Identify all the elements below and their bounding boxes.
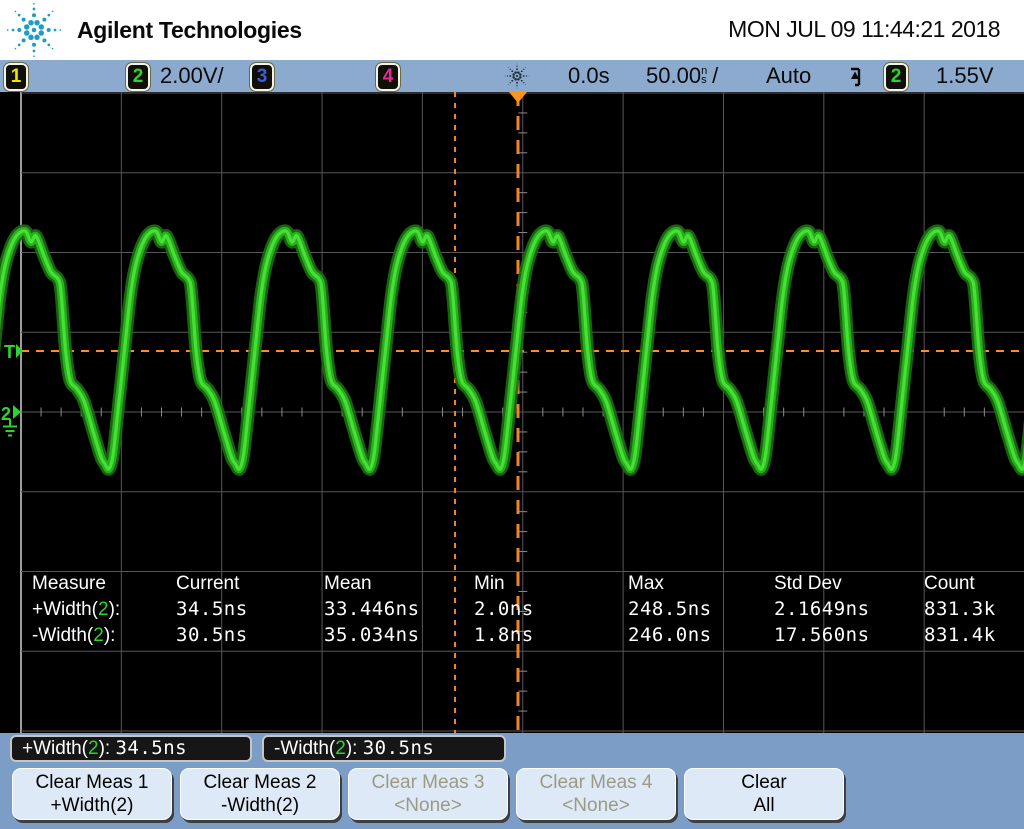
trigger-level-marker[interactable]: T (4, 342, 15, 362)
meas-row1-max: 248.5ns (628, 597, 774, 623)
clear-meas-4-line2: <None> (517, 794, 675, 817)
meas-row1-count: 831.3k (924, 597, 1024, 623)
measurement-table: Measure Current Mean Min Max Std Dev Cou… (32, 571, 1024, 649)
timebase-slash: / (712, 63, 718, 88)
trigger-source-label: 2 (891, 66, 902, 87)
clear-meas-4-line1: Clear Meas 4 (517, 771, 675, 794)
channel-1-badge[interactable]: 1 (4, 63, 28, 91)
minus-width-badge: -Width(2): 30.5ns (262, 735, 506, 762)
datetime-display: MON JUL 09 11:44:21 2018 (728, 0, 1000, 58)
channel-3-badge[interactable]: 3 (250, 63, 274, 91)
channel-4-label: 4 (383, 66, 394, 87)
header-bar: Agilent Technologies MON JUL 09 11:44:21… (0, 0, 1024, 60)
clear-meas-4-button: Clear Meas 4 <None> (516, 768, 676, 820)
channel-marker-arrow-icon (13, 405, 21, 419)
meas-row2-min: 1.8ns (474, 623, 628, 649)
waveform-display: T 2 Measure Current Mean Min Max Std Dev… (0, 92, 1024, 733)
clear-all-button[interactable]: Clear All (684, 768, 844, 820)
measurement-badge-strip: +Width(2): 34.5ns -Width(2): 30.5ns (0, 733, 1024, 765)
channel-2-label: 2 (133, 66, 144, 87)
plus-width-badge: +Width(2): 34.5ns (10, 735, 252, 762)
meas-row2-max: 246.0ns (628, 623, 774, 649)
clear-meas-3-line1: Clear Meas 3 (349, 771, 507, 794)
channel-3-label: 3 (257, 66, 268, 87)
channel-2-trace (0, 231, 1024, 469)
clear-meas-3-line2: <None> (349, 794, 507, 817)
meas-row1-current: 34.5ns (176, 597, 324, 623)
clear-meas-1-button[interactable]: Clear Meas 1 +Width(2) (12, 768, 172, 820)
brand-title: Agilent Technologies (77, 0, 302, 60)
clear-meas-2-button[interactable]: Clear Meas 2 -Width(2) (180, 768, 340, 820)
col-header-stddev: Std Dev (774, 571, 924, 597)
col-header-min: Min (474, 571, 628, 597)
status-bar: 1 2 2.00V/ 3 4 0.0s 50.00ns/ Auto 2 1.55… (0, 60, 1024, 92)
agilent-logo-icon (6, 2, 62, 58)
timebase-readout[interactable]: 50.00ns/ (646, 60, 718, 92)
meas-row1-stddev: 2.1649ns (774, 597, 924, 623)
trigger-position-marker-icon[interactable] (509, 92, 527, 103)
clear-all-line2: All (685, 794, 843, 817)
oscilloscope-screen: Agilent Technologies MON JUL 09 11:44:21… (0, 0, 1024, 829)
col-header-max: Max (628, 571, 774, 597)
channel-2-badge[interactable]: 2 (126, 63, 150, 91)
clear-meas-2-line1: Clear Meas 2 (181, 771, 339, 794)
meas-row2-label: -Width(2): (32, 623, 176, 649)
meas-row2-mean: 35.034ns (324, 623, 474, 649)
clear-meas-3-button: Clear Meas 3 <None> (348, 768, 508, 820)
trigger-edge-icon (848, 65, 864, 87)
col-header-count: Count (924, 571, 1024, 597)
clear-meas-1-line1: Clear Meas 1 (13, 771, 171, 794)
channel-4-badge[interactable]: 4 (376, 63, 400, 91)
meas-row1-min: 2.0ns (474, 597, 628, 623)
acquisition-mode-icon (504, 63, 530, 89)
meas-row1-mean: 33.446ns (324, 597, 474, 623)
channel-2-scale[interactable]: 2.00V/ (160, 60, 224, 92)
channel-1-label: 1 (11, 66, 22, 87)
timebase-units: ns (701, 67, 712, 85)
trigger-source-badge[interactable]: 2 (884, 63, 908, 91)
timebase-value: 50.00 (646, 63, 701, 88)
delay-readout[interactable]: 0.0s (568, 60, 610, 92)
trigger-mode[interactable]: Auto (766, 60, 811, 92)
meas-row2-stddev: 17.560ns (774, 623, 924, 649)
col-header-measure: Measure (32, 571, 176, 597)
softkey-menu: Clear Meas 1 +Width(2) Clear Meas 2 -Wid… (0, 765, 1024, 829)
meas-row2-count: 831.4k (924, 623, 1024, 649)
clear-all-line1: Clear (685, 771, 843, 794)
meas-row2-current: 30.5ns (176, 623, 324, 649)
trigger-level-readout[interactable]: 1.55V (936, 60, 994, 92)
clear-meas-2-line2: -Width(2) (181, 794, 339, 817)
col-header-mean: Mean (324, 571, 474, 597)
clear-meas-1-line2: +Width(2) (13, 794, 171, 817)
col-header-current: Current (176, 571, 324, 597)
meas-row1-label: +Width(2): (32, 597, 176, 623)
